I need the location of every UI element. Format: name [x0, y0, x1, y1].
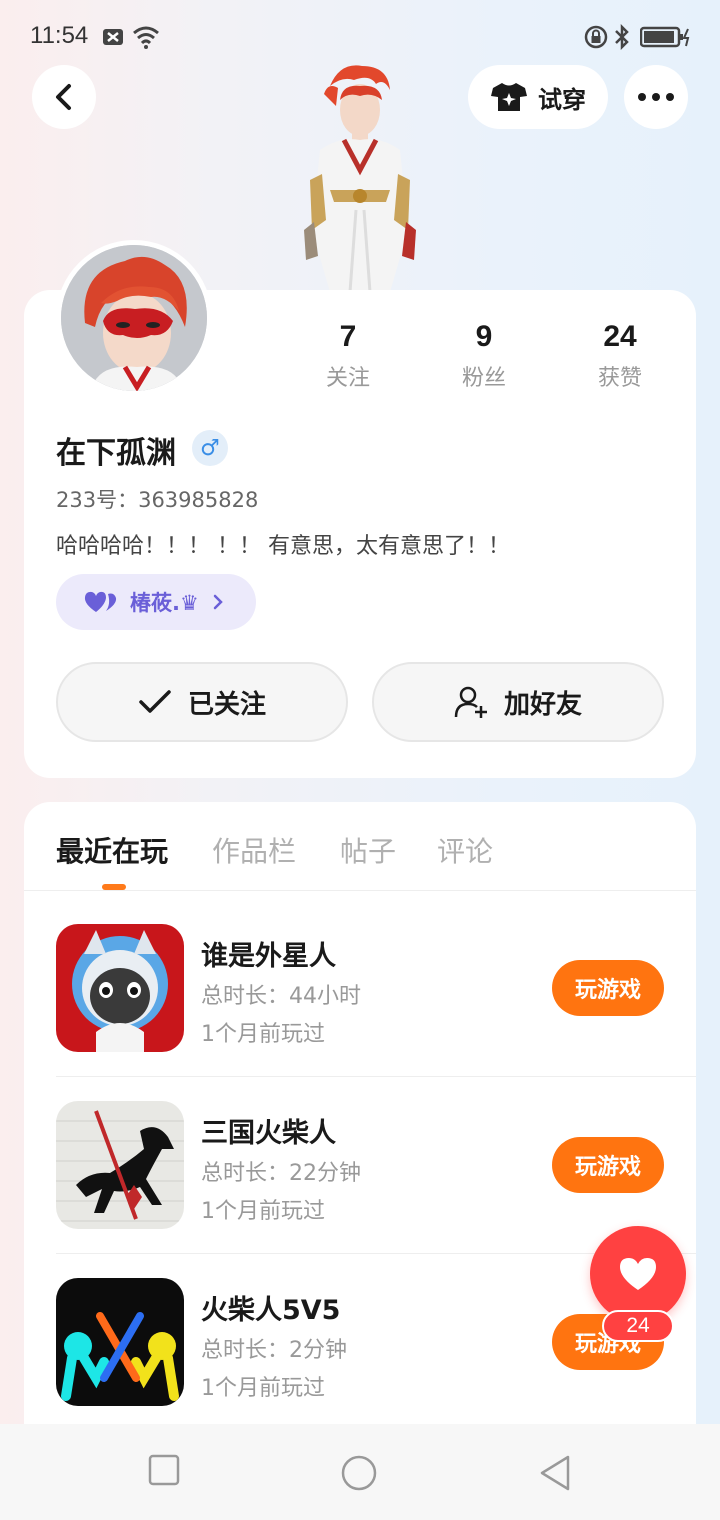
play-game-button[interactable]: 玩游戏: [552, 960, 664, 1016]
stat-label: 获赞: [597, 366, 642, 391]
add-friend-button[interactable]: 加好友: [372, 662, 664, 742]
game-duration: 总时长：2分钟: [201, 1338, 347, 1363]
tab-posts[interactable]: 帖子: [340, 830, 396, 870]
notification-icon: [103, 29, 123, 45]
user-id: 233号：363985828: [56, 488, 259, 512]
more-options-button[interactable]: [624, 65, 688, 129]
chevron-right-icon: [213, 594, 223, 610]
tab-works[interactable]: 作品栏: [212, 830, 296, 870]
status-time: 11:54: [30, 22, 89, 49]
game-last-played: 1个月前玩过: [201, 1022, 325, 1047]
row-divider: [56, 1076, 696, 1077]
stat-label: 粉丝: [461, 366, 506, 391]
back-triangle-icon[interactable]: [538, 1454, 572, 1492]
avatar-image: [61, 245, 207, 391]
game-list-item[interactable]: 谁是外星人 总时长：44小时 1个月前玩过 玩游戏: [56, 924, 696, 1100]
play-game-button[interactable]: 玩游戏: [552, 1137, 664, 1193]
following-button[interactable]: 已关注: [56, 662, 348, 742]
home-icon[interactable]: [340, 1454, 378, 1492]
stat-following[interactable]: 7 关注: [288, 320, 408, 392]
game-name: 火柴人5V5: [201, 1295, 341, 1326]
username: 在下孤渊: [56, 436, 176, 471]
try-on-label: 试穿: [538, 85, 586, 114]
bluetooth-icon: [615, 24, 629, 50]
game-last-played: 1个月前玩过: [201, 1376, 325, 1401]
battery-icon: [640, 26, 690, 48]
recent-apps-icon[interactable]: [148, 1454, 180, 1486]
heart-icon: [620, 1258, 656, 1290]
back-button[interactable]: [32, 65, 96, 129]
following-label: 已关注: [187, 689, 266, 720]
avatar[interactable]: [56, 240, 212, 396]
lock-rotation-icon: [584, 25, 608, 49]
game-name: 谁是外星人: [201, 941, 336, 972]
more-dots-icon: [638, 93, 674, 101]
system-navigation-bar: [0, 1424, 720, 1520]
game-icon: [56, 924, 184, 1052]
add-user-icon: [454, 686, 487, 718]
stat-value: 24: [603, 320, 637, 353]
stats-bar: 7 关注 9 粉丝 24 获赞: [280, 320, 680, 400]
try-on-button[interactable]: 试穿: [468, 65, 608, 129]
add-friend-label: 加好友: [503, 689, 582, 720]
bio: 哈哈哈哈！！！ ！！ 有意思，太有意思了！！: [56, 534, 510, 559]
game-icon: [56, 1101, 184, 1229]
avatar-figure: [304, 65, 416, 292]
stat-label: 关注: [325, 366, 370, 391]
club-name: 椿莜.♛: [130, 591, 199, 615]
horse-game-icon: [56, 1101, 184, 1229]
stat-likes[interactable]: 24 获赞: [560, 320, 680, 392]
like-count-badge: 24: [602, 1310, 674, 1342]
game-duration: 总时长：22分钟: [201, 1161, 361, 1186]
male-gender-icon: ♂: [192, 430, 228, 466]
chevron-left-icon: [56, 84, 71, 110]
game-last-played: 1个月前玩过: [201, 1199, 325, 1224]
heart-pair-icon: [84, 591, 117, 612]
stickman-game-icon: [56, 1278, 184, 1406]
checkmark-icon: [139, 690, 171, 713]
stat-value: 9: [475, 320, 493, 353]
tab-recent-play[interactable]: 最近在玩: [56, 830, 168, 870]
like-button[interactable]: [590, 1226, 686, 1322]
tshirt-icon: [491, 83, 527, 111]
stat-fans[interactable]: 9 粉丝: [424, 320, 544, 392]
tab-comments[interactable]: 评论: [437, 830, 493, 870]
game-name: 三国火柴人: [201, 1118, 336, 1149]
wifi-icon: [133, 26, 159, 49]
stat-value: 7: [339, 320, 357, 353]
tab-divider: [24, 890, 696, 891]
game-duration: 总时长：44小时: [201, 984, 361, 1009]
club-badge[interactable]: 椿莜.♛: [56, 574, 256, 630]
alien-game-icon: [56, 924, 184, 1052]
game-icon: [56, 1278, 184, 1406]
